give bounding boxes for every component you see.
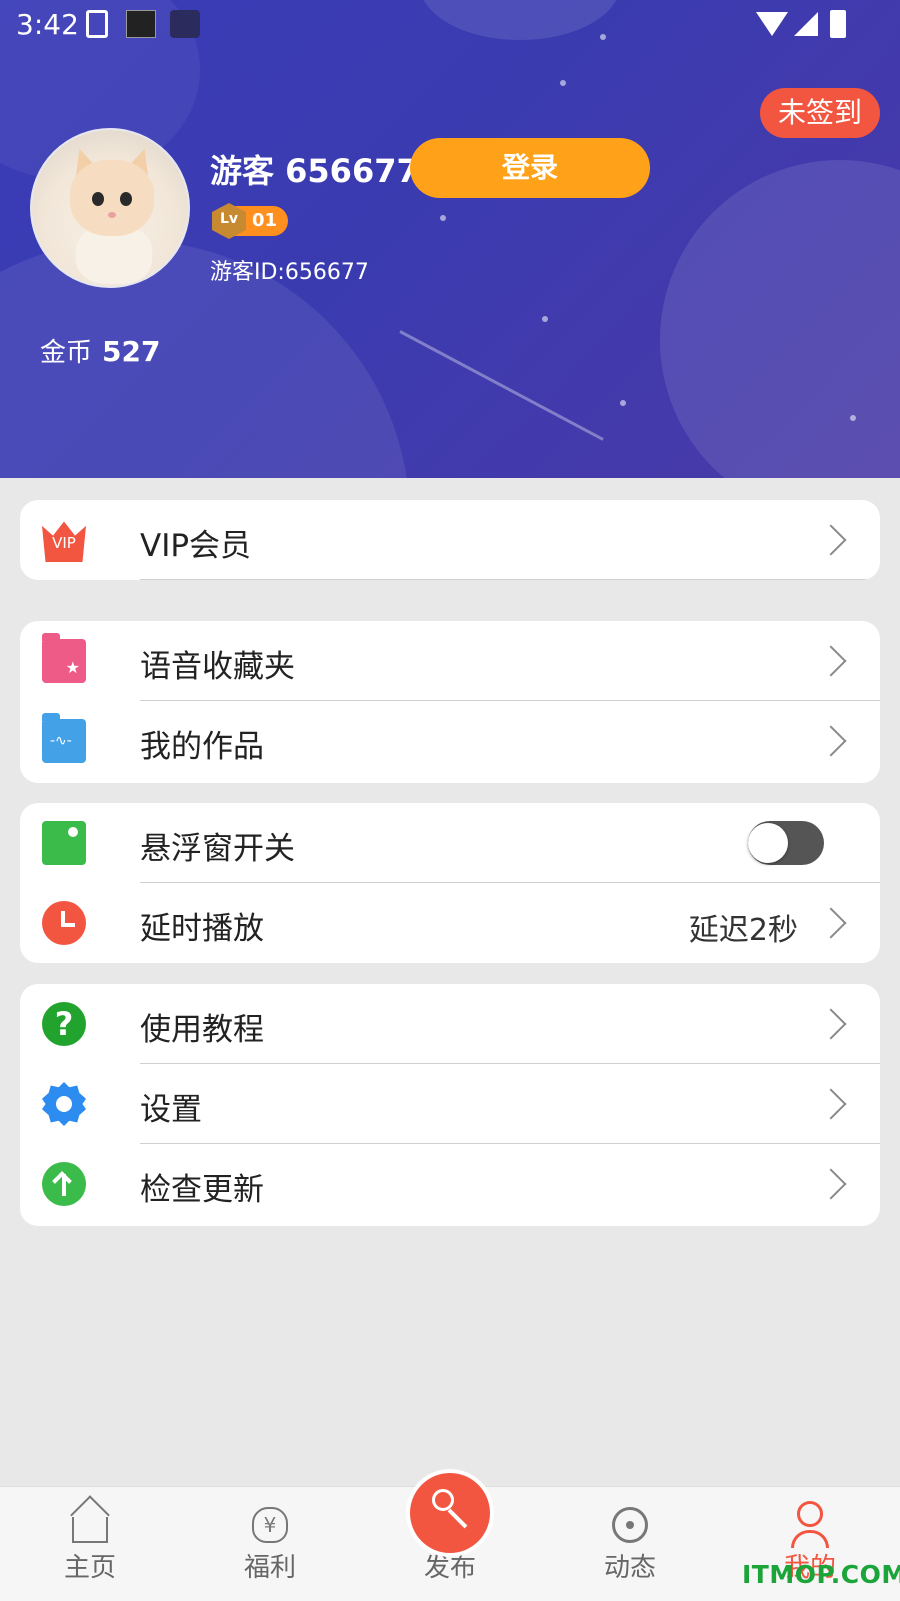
nav-feed[interactable]: 动态 (540, 1487, 720, 1601)
menu-item-check-update[interactable]: 检查更新 (20, 1144, 880, 1224)
float-window-toggle[interactable] (748, 821, 824, 865)
nav-home[interactable]: 主页 (0, 1487, 180, 1601)
nav-label: 主页 (63, 1553, 116, 1583)
misc-card: ? 使用教程 设置 检查更新 (20, 984, 880, 1226)
money-bag-icon: ¥ (252, 1507, 288, 1543)
voice-app-icon (170, 10, 200, 38)
star-dot (440, 215, 446, 221)
status-time: 3:42 (16, 8, 79, 41)
header-decor (399, 330, 604, 441)
signal-icon (794, 12, 818, 36)
star-dot (620, 400, 626, 406)
gear-icon (42, 1082, 86, 1126)
menu-item-tutorial[interactable]: ? 使用教程 (20, 984, 880, 1064)
help-icon: ? (42, 1002, 86, 1046)
menu-item-vip[interactable]: VIP VIP会员 (20, 500, 880, 580)
level-value: 01 (252, 210, 278, 231)
chevron-right-icon (815, 1008, 847, 1040)
checkin-button[interactable]: 未签到 (760, 88, 880, 138)
vip-card: VIP VIP会员 (20, 500, 880, 580)
menu-item-label: 悬浮窗开关 (140, 831, 295, 867)
star-dot (850, 415, 856, 421)
menu-item-label: 我的作品 (140, 729, 264, 765)
watermark: ITMOP.COM (742, 1560, 900, 1589)
folder-audio-icon: -∿- (42, 713, 86, 763)
publish-button[interactable] (410, 1473, 490, 1553)
avatar[interactable] (30, 128, 190, 288)
playback-card: 悬浮窗开关 延时播放 延迟2秒 (20, 803, 880, 963)
nav-label: 福利 (243, 1553, 296, 1583)
divider (140, 579, 880, 580)
menu-item-label: 检查更新 (140, 1172, 264, 1208)
menu-item-favorites[interactable]: ★ 语音收藏夹 (20, 621, 880, 701)
login-button[interactable]: 登录 (410, 138, 650, 198)
menu-item-float-window: 悬浮窗开关 (20, 803, 880, 883)
level-icon: Lv (212, 203, 246, 239)
star-dot (560, 80, 566, 86)
guest-id: 游客ID:656677 (210, 260, 369, 285)
coins-label: 金币 (40, 338, 93, 368)
coins-value: 527 (102, 335, 161, 368)
menu-item-delay-play[interactable]: 延时播放 延迟2秒 (20, 883, 880, 963)
broadcast-icon (612, 1507, 648, 1543)
folder-star-icon: ★ (42, 633, 86, 683)
delay-value: 延迟2秒 (688, 913, 798, 948)
clock-icon (42, 901, 86, 945)
collection-card: ★ 语音收藏夹 -∿- 我的作品 (20, 621, 880, 783)
chevron-right-icon (815, 1088, 847, 1120)
vip-crown-icon: VIP (42, 521, 86, 562)
coins-balance: 金币 527 (40, 332, 160, 369)
chevron-right-icon (815, 645, 847, 677)
sim-icon (86, 10, 108, 38)
nav-welfare[interactable]: ¥ 福利 (180, 1487, 360, 1601)
level-badge: Lv 01 (212, 203, 288, 239)
menu-item-label: 语音收藏夹 (140, 649, 295, 685)
chevron-right-icon (815, 524, 847, 556)
chevron-right-icon (815, 907, 847, 939)
menu-item-label: VIP会员 (140, 528, 252, 564)
status-bar: 3:42 (0, 0, 900, 48)
battery-icon (830, 10, 846, 38)
menu-item-my-works[interactable]: -∿- 我的作品 (20, 701, 880, 781)
user-icon (791, 1501, 829, 1548)
chevron-right-icon (815, 1168, 847, 1200)
menu-item-label: 延时播放 (140, 911, 264, 947)
menu-item-label: 设置 (140, 1092, 202, 1128)
microphone-icon (432, 1489, 454, 1511)
home-icon (72, 1517, 108, 1543)
nav-label: 动态 (603, 1553, 656, 1583)
chevron-right-icon (815, 725, 847, 757)
menu-item-settings[interactable]: 设置 (20, 1064, 880, 1144)
toggle-knob (748, 823, 788, 863)
menu-item-label: 使用教程 (140, 1012, 264, 1048)
float-window-icon (42, 821, 86, 865)
star-dot (542, 316, 548, 322)
notification-icon (126, 10, 156, 38)
profile-header: 3:42 未签到 游客 656677 登录 Lv 01 游客ID:656677 … (0, 0, 900, 478)
wifi-icon (756, 12, 788, 36)
arrow-up-icon (42, 1162, 86, 1206)
username: 游客 656677 (210, 152, 419, 190)
header-decor (660, 160, 900, 478)
